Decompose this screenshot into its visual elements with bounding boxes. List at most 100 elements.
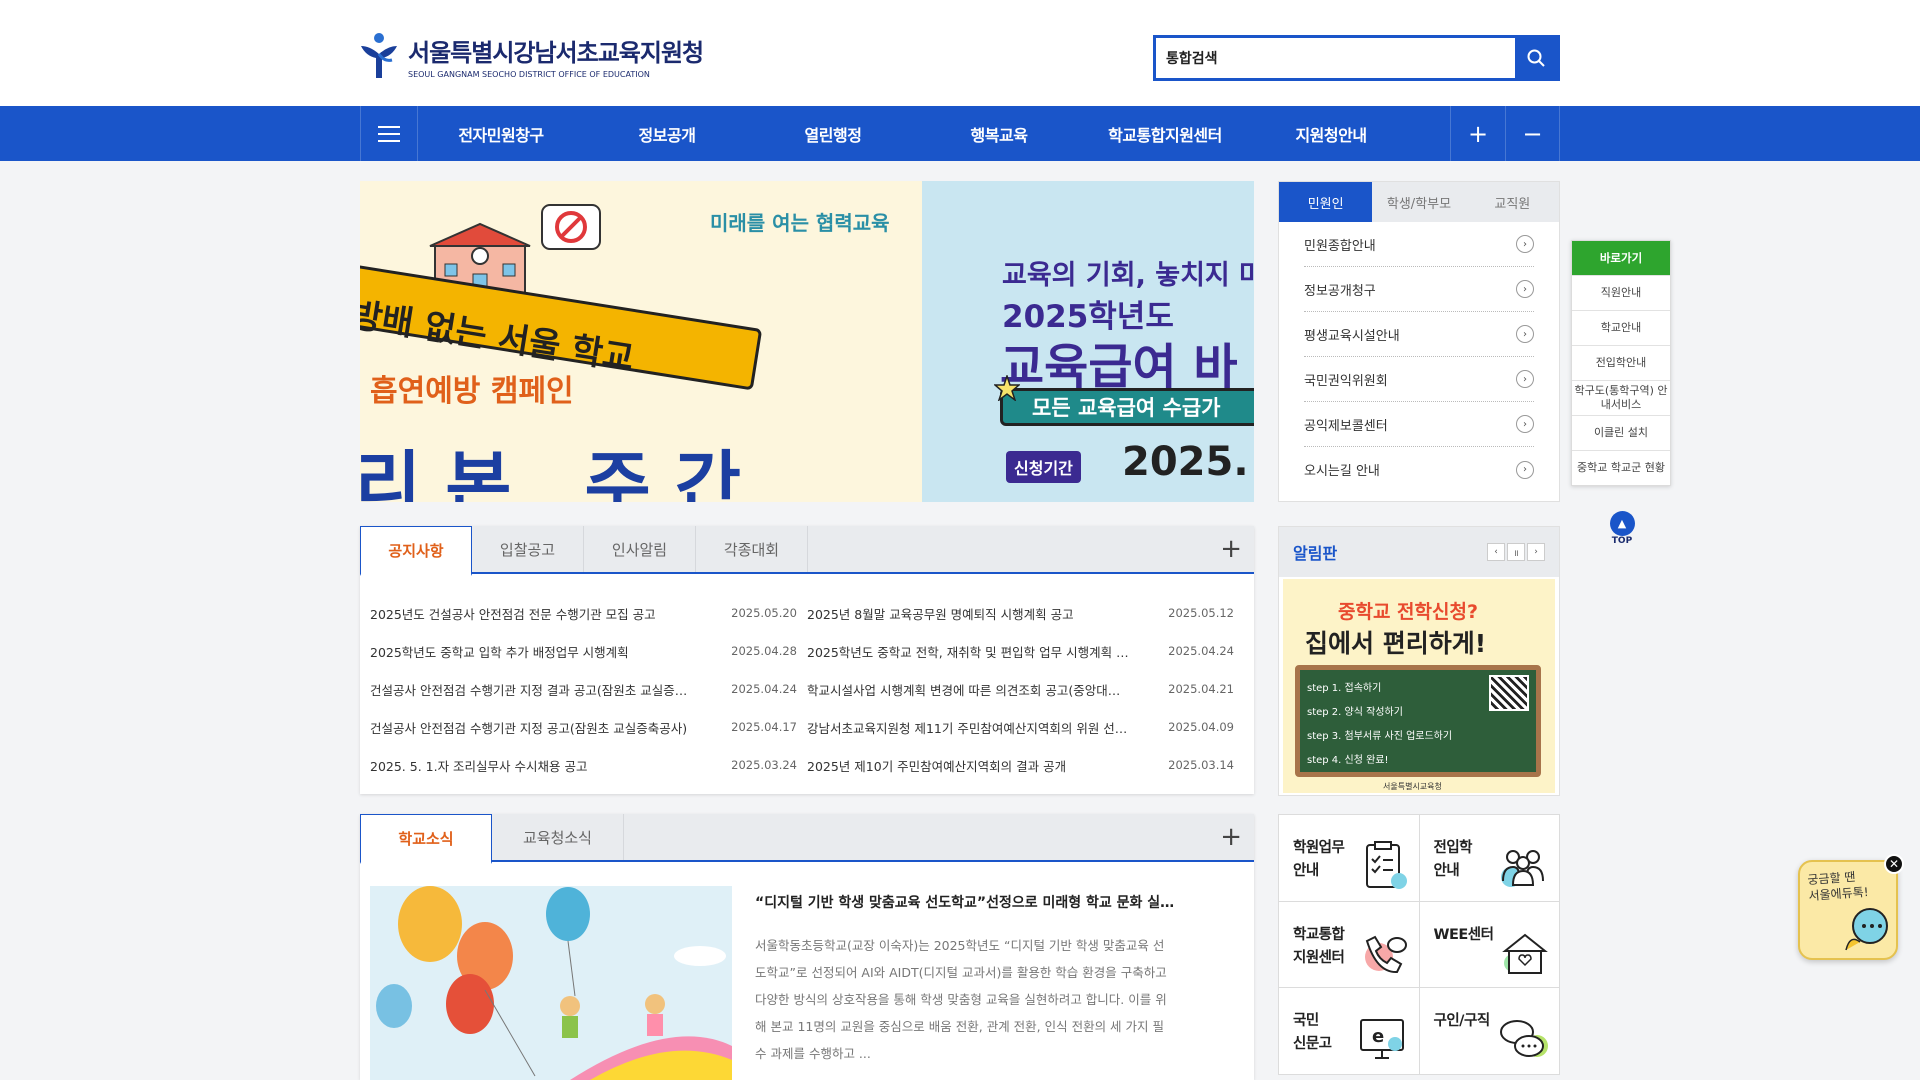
search-input[interactable] bbox=[1156, 38, 1515, 78]
phone-chat-icon bbox=[1364, 936, 1407, 974]
notice-title: 2025. 5. 1.자 조리실무사 수시채용 공고 bbox=[370, 758, 588, 774]
logo-subtitle: SEOUL GANGNAM SEOCHO DISTRICT OFFICE OF … bbox=[408, 70, 650, 79]
alert-step: step 2. 양식 작성하기 bbox=[1307, 707, 1403, 718]
nav-item-happy-education[interactable]: 행복교육 bbox=[916, 106, 1082, 161]
notice-title: 건설공사 안전점검 수행기관 지정 결과 공고(잠원초 교실증… bbox=[370, 682, 688, 698]
service-item[interactable]: 공익제보콜센터 › bbox=[1304, 402, 1534, 447]
alert-next-button[interactable]: › bbox=[1527, 543, 1545, 561]
list-item[interactable]: 강남서초교육지원청 제11기 주민참여예산지역회의 위원 선… 2025.04.0… bbox=[807, 708, 1234, 746]
banner-slide-education-allowance[interactable]: 교육의 기회, 놓치지 마 2025학년도 교육급여 바 모든 교육급여 수급가… bbox=[922, 181, 1254, 502]
quick-link-school-district[interactable]: 학구도(통학구역) 안내서비스 bbox=[1572, 380, 1670, 415]
quick-link-staff[interactable]: 직원안내 bbox=[1572, 275, 1670, 310]
tab-bids[interactable]: 입찰공고 bbox=[472, 526, 584, 572]
service-item[interactable]: 국민권익위원회 › bbox=[1304, 357, 1534, 402]
chevron-right-icon: › bbox=[1516, 325, 1534, 343]
all-menu-button[interactable] bbox=[361, 106, 418, 161]
tile-e-people[interactable]: 국민 신문고 e bbox=[1279, 988, 1419, 1074]
tab-school-news[interactable]: 학교소식 bbox=[360, 814, 492, 864]
tile-transfer-guide[interactable]: 전입학 안내 bbox=[1419, 815, 1559, 901]
service-list: 민원종합안내 › 정보공개청구 › 평생교육시설안내 › 국민권익위원회 › 공익제보콜… bbox=[1279, 222, 1559, 492]
balloons-illustration bbox=[376, 886, 732, 1080]
news-thumbnail[interactable] bbox=[370, 886, 732, 1080]
list-item[interactable]: 2025. 5. 1.자 조리실무사 수시채용 공고 2025.03.24 bbox=[370, 746, 797, 784]
people-group-icon bbox=[1501, 849, 1544, 887]
house-heart-icon bbox=[1502, 934, 1548, 975]
news-summary: 서울학동초등학교(교장 이숙자)는 2025학년도 “디지털 기반 학생 맞춤교… bbox=[755, 938, 1167, 1061]
service-item[interactable]: 민원종합안내 › bbox=[1304, 222, 1534, 267]
tile-jobs[interactable]: 구인/구직 bbox=[1419, 988, 1559, 1074]
zoom-in-button[interactable]: + bbox=[1450, 106, 1505, 161]
quick-link-transfer[interactable]: 전입학안내 bbox=[1572, 345, 1670, 380]
list-item[interactable]: 학교시설사업 시행계획 변경에 따른 의견조회 공고(중앙대… 2025.04.2… bbox=[807, 670, 1234, 708]
news-headline[interactable]: “디지털 기반 학생 맞춤교육 선도학교”선정으로 미래형 학교 문화 실… bbox=[755, 892, 1195, 912]
service-panel: 민원인 학생/학부모 교직원 민원종합안내 › 정보공개청구 › 평생교육시설안내 ›… bbox=[1278, 181, 1560, 502]
logo-emblem-icon bbox=[361, 33, 397, 78]
chatbot-close-button[interactable]: ✕ bbox=[1884, 854, 1904, 874]
notice-date: 2025.04.09 bbox=[1168, 720, 1234, 734]
tile-wee-center[interactable]: WEE센터 bbox=[1419, 901, 1559, 988]
tab-staff[interactable]: 교직원 bbox=[1466, 182, 1559, 222]
news-board: 학교소식 교육청소식 + “디지털 기반 학생 맞춤교육 선도학교”선정으로 미… bbox=[360, 814, 1254, 1080]
service-item-label: 오시는길 안내 bbox=[1304, 464, 1380, 479]
tab-notices[interactable]: 공지사항 bbox=[360, 526, 472, 576]
alert-footer: 서울특별시교육청 bbox=[1383, 782, 1442, 791]
tab-personnel[interactable]: 인사알림 bbox=[584, 526, 696, 572]
notice-date: 2025.04.28 bbox=[731, 644, 797, 658]
banner-slogan: 미래를 여는 협력교육 bbox=[710, 211, 890, 235]
notice-title: 학교시설사업 시행계획 변경에 따른 의견조회 공고(중앙대… bbox=[807, 682, 1121, 698]
list-item[interactable]: 2025학년도 중학교 전학, 재취학 및 편입학 업무 시행계획 … 2025.… bbox=[807, 632, 1234, 670]
nav-item-info-disclosure[interactable]: 정보공개 bbox=[584, 106, 750, 161]
notice-date: 2025.04.17 bbox=[731, 720, 797, 734]
main-banner[interactable]: 미래를 여는 협력교육 방배 없는 서울 학교 흡연예방 캠페인 리본 주간 교… bbox=[360, 181, 1254, 502]
search-button[interactable] bbox=[1515, 38, 1557, 78]
service-item-label: 공익제보콜센터 bbox=[1304, 418, 1388, 434]
monitor-e-icon: e bbox=[1359, 1018, 1404, 1059]
alert-prev-button[interactable]: ‹ bbox=[1487, 543, 1505, 561]
tile-school-support-center[interactable]: 학교통합 지원센터 bbox=[1279, 901, 1419, 988]
service-item[interactable]: 평생교육시설안내 › bbox=[1304, 312, 1534, 357]
chatbot-widget[interactable]: 궁금할 땐 서울에듀톡! ✕ bbox=[1798, 854, 1904, 960]
nav-item-e-petition[interactable]: 전자민원창구 bbox=[418, 106, 584, 161]
nav-item-office-guide[interactable]: 지원청안내 bbox=[1248, 106, 1414, 161]
service-item-label: 평생교육시설안내 bbox=[1304, 328, 1400, 344]
quick-tiles: 학원업무 안내 전입학 안내 학교통합 지원센터 WEE센터 국민 신문고 e … bbox=[1278, 814, 1560, 1075]
scroll-top-button[interactable]: ▲ TOP bbox=[1608, 511, 1636, 546]
tab-student-parent[interactable]: 학생/학부모 bbox=[1372, 182, 1465, 222]
chevron-right-icon: › bbox=[1516, 235, 1534, 253]
list-item[interactable]: 건설공사 안전점검 수행기관 지정 결과 공고(잠원초 교실증… 2025.04.… bbox=[370, 670, 797, 708]
news-tabs: 학교소식 교육청소식 + bbox=[360, 814, 1254, 864]
alert-slide[interactable]: 중학교 전학신청? 집에서 편리하게! step 1. 접속하기 step 2.… bbox=[1283, 579, 1555, 793]
alert-step: step 1. 접속하기 bbox=[1307, 683, 1382, 694]
more-notices-button[interactable]: + bbox=[1220, 534, 1242, 564]
list-item[interactable]: 2025년도 건설공사 안전점검 전문 수행기관 모집 공고 2025.05.20 bbox=[370, 594, 797, 632]
service-item-label: 정보공개청구 bbox=[1304, 283, 1376, 299]
service-item[interactable]: 정보공개청구 › bbox=[1304, 267, 1534, 312]
quick-link-schools[interactable]: 학교안내 bbox=[1572, 310, 1670, 345]
list-item[interactable]: 2025년 제10기 주민참여예산지역회의 결과 공개 2025.03.14 bbox=[807, 746, 1234, 784]
tab-civil-applicant[interactable]: 민원인 bbox=[1279, 182, 1373, 222]
notice-title: 2025년 8월말 교육공무원 명예퇴직 시행계획 공고 bbox=[807, 606, 1074, 622]
nav-item-school-support-center[interactable]: 학교통합지원센터 bbox=[1082, 106, 1248, 161]
alert-board: 알림판 ‹ ॥ › 중학교 전학신청? 집에서 편리하게! step 1. 접속… bbox=[1278, 526, 1560, 796]
speech-bubbles-icon bbox=[1500, 1019, 1548, 1057]
tab-competitions[interactable]: 각종대회 bbox=[696, 526, 808, 572]
zoom-out-button[interactable]: − bbox=[1505, 106, 1560, 161]
quick-link-eclean[interactable]: 이클린 설치 bbox=[1572, 415, 1670, 450]
service-item[interactable]: 오시는길 안내 › bbox=[1304, 447, 1534, 492]
quick-link-middle-school-groups[interactable]: 중학교 학교군 현황 bbox=[1572, 450, 1670, 485]
alert-pause-button[interactable]: ॥ bbox=[1507, 543, 1525, 561]
list-item[interactable]: 2025년 8월말 교육공무원 명예퇴직 시행계획 공고 2025.05.12 bbox=[807, 594, 1234, 632]
list-item[interactable]: 2025학년도 중학교 입학 추가 배정업무 시행계획 2025.04.28 bbox=[370, 632, 797, 670]
banner-slide-smoking-prevention[interactable]: 미래를 여는 협력교육 방배 없는 서울 학교 흡연예방 캠페인 리본 주간 bbox=[360, 181, 922, 502]
site-logo[interactable]: 서울특별시강남서초교육지원청 SEOUL GANGNAM SEOCHO DIST… bbox=[358, 32, 704, 80]
tile-academy-guide[interactable]: 학원업무 안내 bbox=[1279, 815, 1419, 901]
notice-date: 2025.04.21 bbox=[1168, 682, 1234, 696]
banner-right-line4: 모든 교육급여 수급가 bbox=[1032, 396, 1221, 420]
nav-item-open-admin[interactable]: 열린행정 bbox=[750, 106, 916, 161]
list-item[interactable]: 건설공사 안전점검 수행기관 지정 공고(잠원초 교실증축공사) 2025.04.… bbox=[370, 708, 797, 746]
more-news-button[interactable]: + bbox=[1220, 822, 1242, 852]
notice-title: 강남서초교육지원청 제11기 주민참여예산지역회의 위원 선… bbox=[807, 720, 1128, 736]
notice-tabs: 공지사항 입찰공고 인사알림 각종대회 + bbox=[360, 526, 1254, 576]
tab-office-news[interactable]: 교육청소식 bbox=[492, 814, 624, 860]
chatbot-text: 궁금할 땐 서울에듀톡! bbox=[1807, 869, 1869, 904]
